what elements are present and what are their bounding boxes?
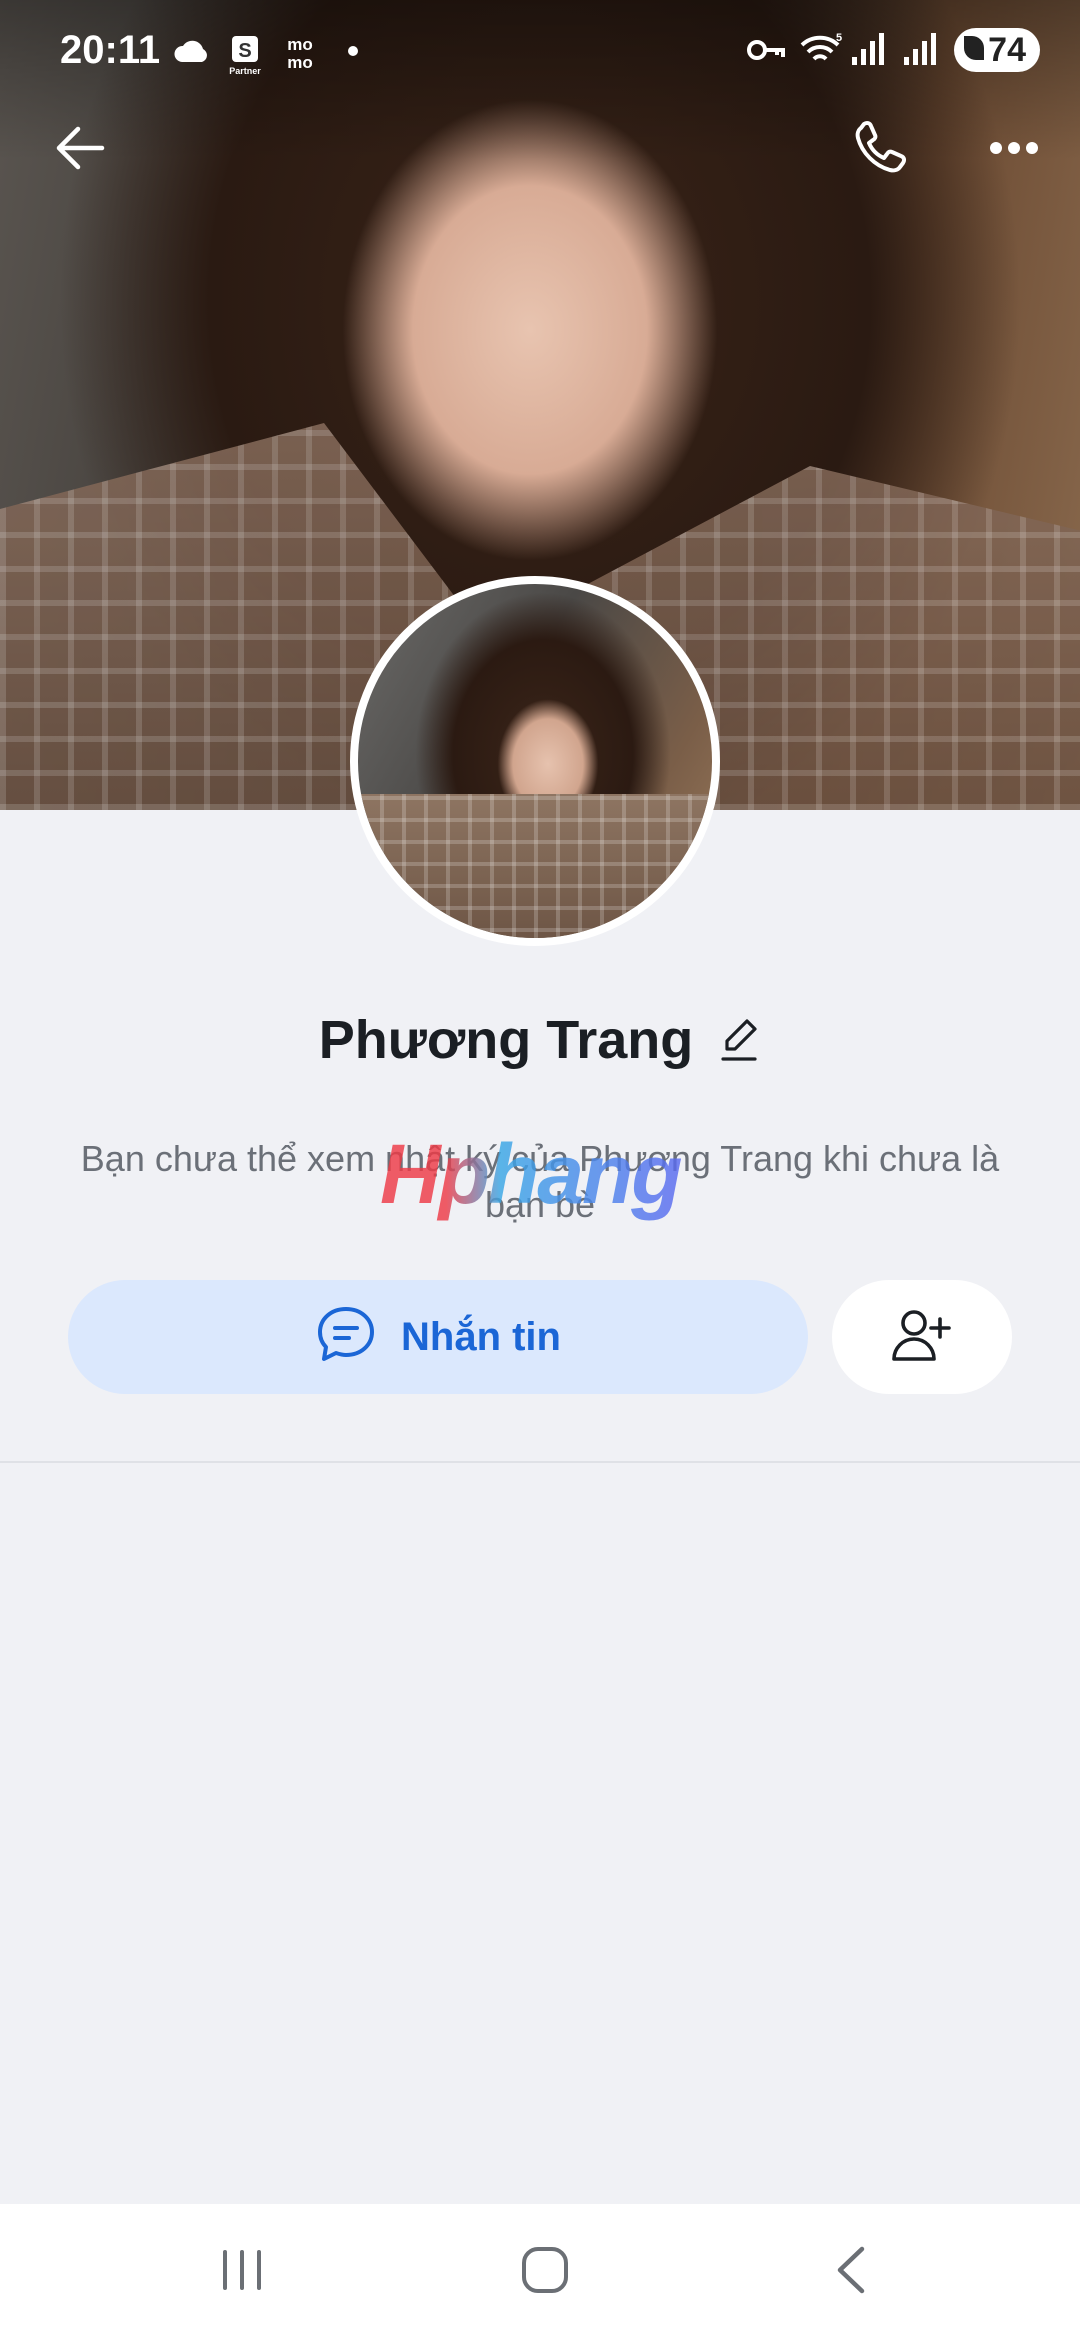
battery-indicator: 74 (954, 28, 1040, 72)
status-bar: 20:11 S Partner mo mo 5 74 (0, 0, 1080, 100)
signal-icon (850, 31, 888, 69)
svg-text:Partner: Partner (229, 66, 261, 76)
battery-level: 74 (988, 31, 1026, 69)
status-icons-right: 5 74 (746, 28, 1040, 72)
wifi-icon: 5 (798, 31, 842, 69)
add-friend-button[interactable] (832, 1280, 1012, 1394)
message-button[interactable]: Nhắn tin (68, 1280, 808, 1394)
battery-saver-icon (964, 36, 985, 60)
home-button[interactable] (505, 2232, 585, 2312)
signal-icon (902, 31, 940, 69)
svg-text:S: S (238, 40, 251, 62)
more-dots-icon (989, 141, 1039, 160)
home-icon (520, 2245, 570, 2300)
edit-name-button[interactable] (717, 1016, 761, 1064)
status-time: 20:11 (60, 28, 161, 72)
cloud-icon (172, 32, 210, 70)
back-button[interactable] (40, 110, 120, 190)
watermark-logo: Hphang (380, 1127, 683, 1221)
vpn-key-icon (746, 31, 786, 69)
profile-name-row: Phương Trang (0, 1000, 1080, 1080)
recents-button[interactable] (202, 2232, 282, 2312)
back-chevron-icon (830, 2245, 870, 2300)
svg-text:mo: mo (287, 35, 313, 54)
dot-icon (334, 32, 372, 70)
arrow-left-icon (52, 123, 108, 178)
phone-icon (850, 118, 910, 183)
nav-back-button[interactable] (810, 2232, 890, 2312)
status-icons-left: S Partner mo mo (172, 32, 372, 76)
profile-name: Phương Trang (318, 1010, 694, 1070)
section-divider (0, 1461, 1080, 1463)
system-nav-bar (0, 2204, 1080, 2340)
svg-text:mo: mo (287, 53, 313, 72)
momo-icon: mo mo (280, 32, 318, 72)
call-button[interactable] (840, 110, 920, 190)
shopee-partner-icon: S Partner (226, 32, 264, 76)
recents-icon (217, 2248, 267, 2297)
more-options-button[interactable] (974, 110, 1054, 190)
add-user-icon (890, 1305, 954, 1370)
svg-text:5: 5 (836, 32, 842, 44)
avatar[interactable] (350, 576, 720, 946)
chat-bubble-icon (315, 1304, 377, 1371)
pencil-icon (721, 1019, 757, 1061)
avatar-clothing (358, 794, 712, 938)
message-button-label: Nhắn tin (401, 1314, 561, 1359)
